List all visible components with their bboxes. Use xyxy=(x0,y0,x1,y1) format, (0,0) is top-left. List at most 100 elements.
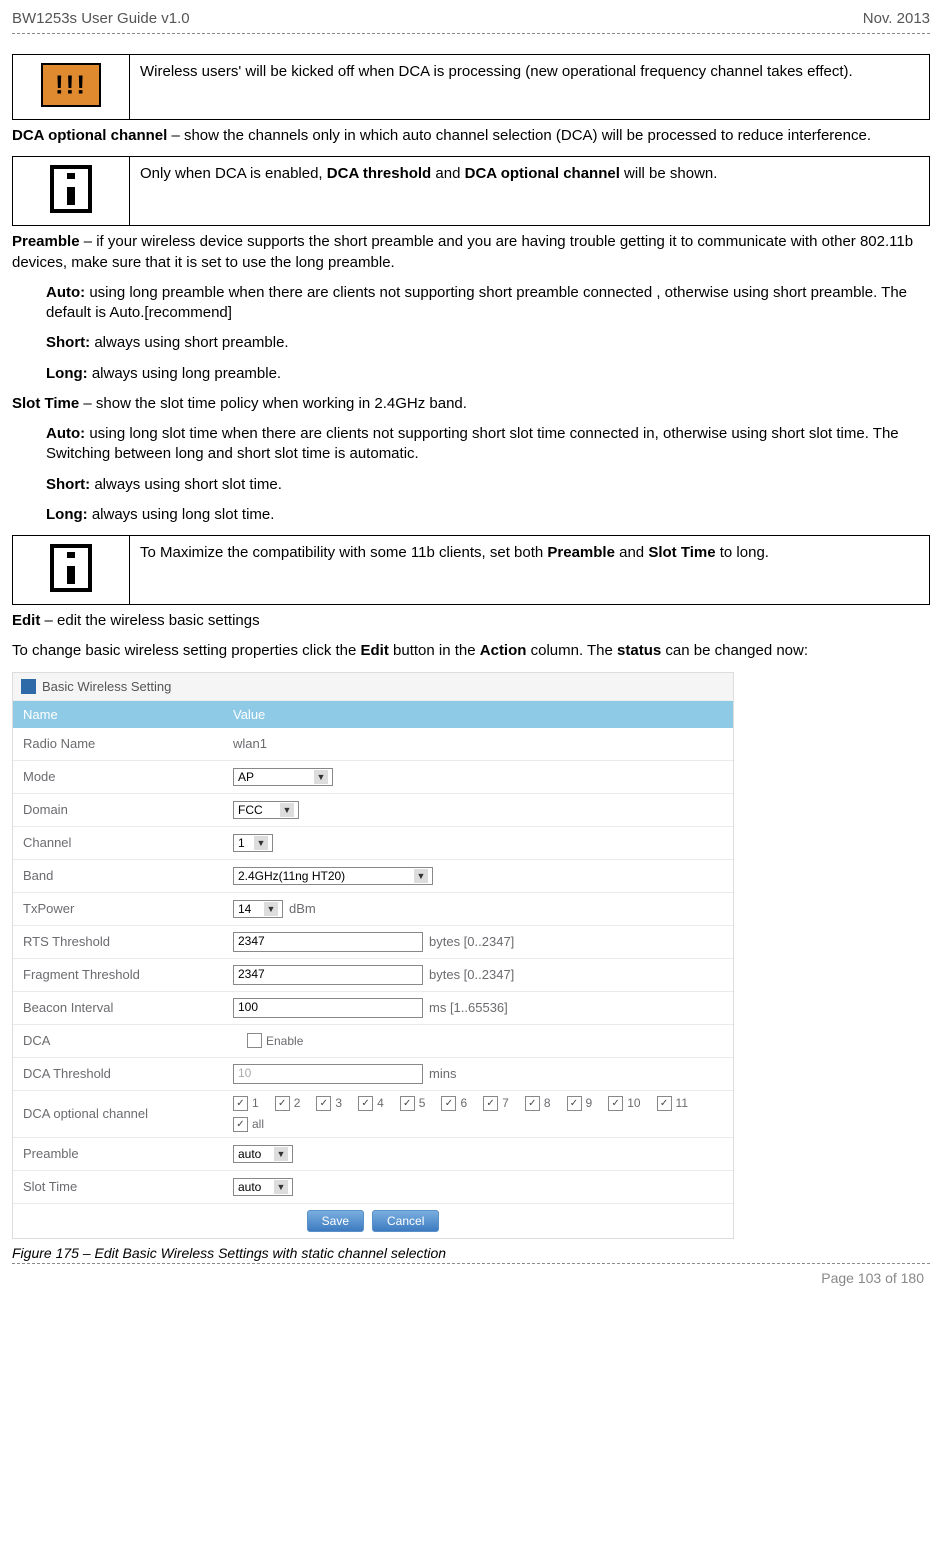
checkbox-icon: ✓ xyxy=(608,1096,623,1111)
change-para: To change basic wireless setting propert… xyxy=(12,641,930,661)
channel-check-1[interactable]: ✓1 xyxy=(233,1096,259,1111)
channel-label: 8 xyxy=(544,1096,551,1110)
row-channel: Channel 1 ▼ xyxy=(13,827,733,860)
label-domain: Domain xyxy=(13,796,223,823)
t: Slot Time xyxy=(12,395,79,412)
row-radio-name: Radio Name wlan1 xyxy=(13,728,733,761)
channel-check-5[interactable]: ✓5 xyxy=(400,1096,426,1111)
channel-check-4[interactable]: ✓4 xyxy=(358,1096,384,1111)
checkbox-icon: ✓ xyxy=(358,1096,373,1111)
txpower-select[interactable]: 14 ▼ xyxy=(233,900,283,918)
checkbox-icon: ✓ xyxy=(233,1117,248,1132)
preamble-long: Long: always using long preamble. xyxy=(46,364,930,384)
channel-check-7[interactable]: ✓7 xyxy=(483,1096,509,1111)
t: 1 xyxy=(238,836,250,850)
channel-check-6[interactable]: ✓6 xyxy=(441,1096,467,1111)
t: always using short slot time. xyxy=(90,476,282,493)
rts-input[interactable]: 2347 xyxy=(233,932,423,952)
doc-date: Nov. 2013 xyxy=(863,10,930,27)
label-band: Band xyxy=(13,862,223,889)
info-note-1: Only when DCA is enabled, DCA threshold … xyxy=(12,156,930,226)
t: Long: xyxy=(46,365,88,382)
dca-threshold-hint: mins xyxy=(429,1066,456,1081)
channel-check-10[interactable]: ✓ 10 xyxy=(608,1096,640,1111)
label-radio-name: Radio Name xyxy=(13,730,223,757)
t: To change basic wireless setting propert… xyxy=(12,642,361,659)
mode-select[interactable]: AP ▼ xyxy=(233,768,333,786)
channel-label: 7 xyxy=(502,1096,509,1110)
frag-input[interactable]: 2347 xyxy=(233,965,423,985)
label-dca: DCA xyxy=(13,1027,223,1054)
preamble-select[interactable]: auto ▼ xyxy=(233,1145,293,1163)
t: Auto: xyxy=(46,425,85,442)
figure-caption: Figure 175 – Edit Basic Wireless Setting… xyxy=(12,1245,930,1261)
t: will be shown. xyxy=(620,165,718,182)
warning-note: Wireless users' will be kicked off when … xyxy=(12,54,930,120)
beacon-input[interactable]: 100 xyxy=(233,998,423,1018)
t: Edit xyxy=(12,612,40,629)
dca-optional-rest: – show the channels only in which auto c… xyxy=(167,127,871,144)
t: – if your wireless device supports the s… xyxy=(12,233,913,270)
t: column. The xyxy=(526,642,617,659)
col-name: Name xyxy=(13,701,223,728)
channel-check-2[interactable]: ✓2 xyxy=(275,1096,301,1111)
dca-threshold-input[interactable]: 10 xyxy=(233,1064,423,1084)
checkbox-icon: ✓ xyxy=(525,1096,540,1111)
header-rule xyxy=(12,33,930,34)
save-button[interactable]: Save xyxy=(307,1210,364,1232)
doc-title: BW1253s User Guide v1.0 xyxy=(12,10,190,27)
channel-check-8[interactable]: ✓8 xyxy=(525,1096,551,1111)
label-beacon: Beacon Interval xyxy=(13,994,223,1021)
checkbox-icon: ✓ xyxy=(567,1096,582,1111)
t: DCA optional channel xyxy=(465,165,620,182)
chevron-down-icon: ▼ xyxy=(274,1180,288,1194)
dca-enable-check[interactable]: Enable xyxy=(247,1033,303,1048)
t: To Maximize the compatibility with some … xyxy=(140,544,547,561)
t: auto xyxy=(238,1147,270,1161)
t: auto xyxy=(238,1180,270,1194)
domain-select[interactable]: FCC ▼ xyxy=(233,801,299,819)
channel-label: 2 xyxy=(294,1096,301,1110)
form-title-bar: Basic Wireless Setting xyxy=(13,673,733,701)
page-number: Page 103 of 180 xyxy=(12,1264,930,1296)
channel-check-9[interactable]: ✓9 xyxy=(567,1096,593,1111)
channel-select[interactable]: 1 ▼ xyxy=(233,834,273,852)
t: Auto: xyxy=(46,284,85,301)
cancel-button[interactable]: Cancel xyxy=(372,1210,439,1232)
beacon-hint: ms [1..65536] xyxy=(429,1000,508,1015)
channel-check-3[interactable]: ✓3 xyxy=(316,1096,342,1111)
checkbox-icon xyxy=(247,1033,262,1048)
row-txpower: TxPower 14 ▼ dBm xyxy=(13,893,733,926)
t: always using long preamble. xyxy=(88,365,281,382)
t: – edit the wireless basic settings xyxy=(40,612,259,629)
checkbox-icon: ✓ xyxy=(483,1096,498,1111)
t: always using long slot time. xyxy=(88,506,275,523)
wireless-form: Basic Wireless Setting Name Value Radio … xyxy=(12,672,734,1239)
slot-long: Long: always using long slot time. xyxy=(46,505,930,525)
checkbox-icon: ✓ xyxy=(400,1096,415,1111)
t: 2.4GHz(11ng HT20) xyxy=(238,869,410,883)
label-dca-threshold: DCA Threshold xyxy=(13,1060,223,1087)
band-select[interactable]: 2.4GHz(11ng HT20) ▼ xyxy=(233,867,433,885)
info-icon xyxy=(50,544,92,592)
channel-check-all[interactable]: ✓ all xyxy=(233,1117,264,1132)
t: Preamble xyxy=(12,233,80,250)
checkbox-icon: ✓ xyxy=(657,1096,672,1111)
channel-label: 10 xyxy=(627,1096,640,1110)
row-mode: Mode AP ▼ xyxy=(13,761,733,794)
label-frag: Fragment Threshold xyxy=(13,961,223,988)
t: DCA threshold xyxy=(327,165,431,182)
info-text-2: To Maximize the compatibility with some … xyxy=(130,536,930,605)
slot-auto: Auto: using long slot time when there ar… xyxy=(46,424,930,465)
slottime-select[interactable]: auto ▼ xyxy=(233,1178,293,1196)
t: and xyxy=(615,544,648,561)
panel-icon xyxy=(21,679,36,694)
col-value: Value xyxy=(223,701,733,728)
label-rts: RTS Threshold xyxy=(13,928,223,955)
channel-check-11[interactable]: ✓11 xyxy=(657,1096,688,1111)
channel-label: all xyxy=(252,1117,264,1131)
t: to long. xyxy=(716,544,769,561)
channel-label: 6 xyxy=(460,1096,467,1110)
t: Action xyxy=(480,642,527,659)
t: Short: xyxy=(46,476,90,493)
